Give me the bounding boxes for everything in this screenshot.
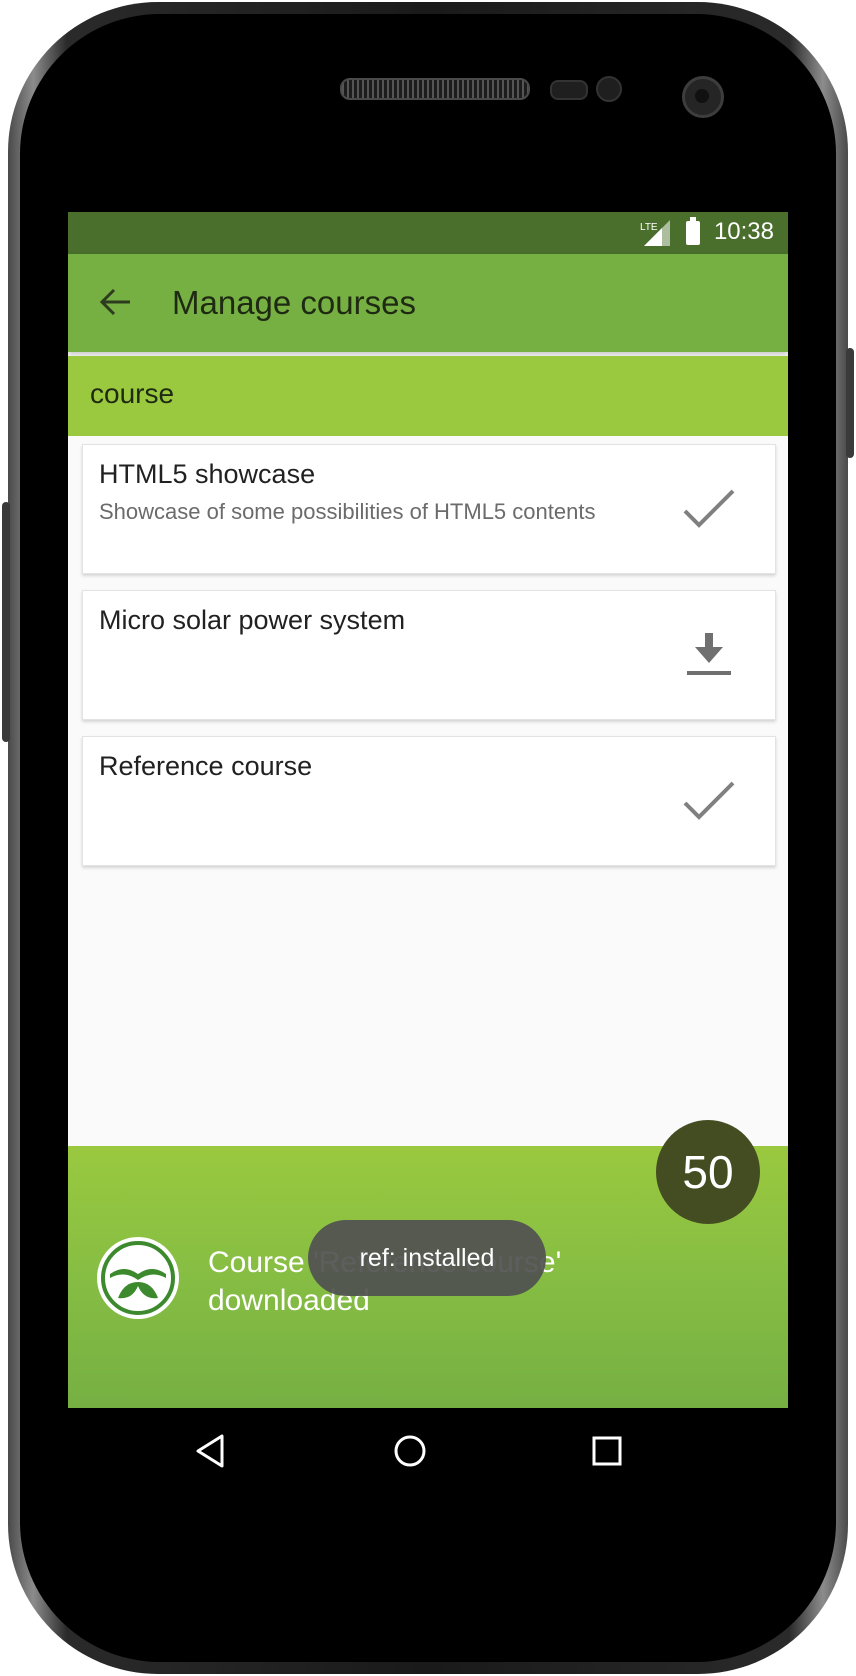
back-triangle-icon[interactable] bbox=[186, 1426, 236, 1476]
front-camera bbox=[682, 76, 724, 118]
signal-icon: LTE bbox=[640, 220, 670, 246]
recents-square-icon[interactable] bbox=[582, 1426, 632, 1476]
battery-icon bbox=[686, 217, 700, 245]
home-circle-icon[interactable] bbox=[385, 1426, 435, 1476]
proximity-sensor bbox=[550, 80, 588, 100]
status-bar: LTE 10:38 bbox=[68, 212, 788, 254]
course-title: HTML5 showcase bbox=[99, 459, 316, 489]
volume-button bbox=[2, 502, 10, 742]
course-title: Reference course bbox=[99, 751, 313, 781]
book-leaf-logo bbox=[97, 1237, 179, 1319]
check-icon[interactable] bbox=[679, 485, 739, 535]
system-nav-bar bbox=[68, 1408, 788, 1494]
earpiece-speaker bbox=[340, 78, 530, 100]
status-time: 10:38 bbox=[713, 218, 774, 245]
device-screen: LTE 10:38 Manage courses course HTML5 sh… bbox=[68, 212, 788, 1494]
section-header: course bbox=[68, 356, 788, 436]
course-item-reference[interactable]: Reference course bbox=[82, 736, 776, 866]
course-description: Showcase of some possibilities of HTML5 … bbox=[99, 499, 596, 524]
check-icon[interactable] bbox=[679, 777, 739, 827]
app-bar: Manage courses bbox=[68, 254, 788, 352]
download-icon[interactable] bbox=[679, 631, 739, 681]
network-type-label: LTE bbox=[640, 222, 658, 233]
course-title: Micro solar power system bbox=[99, 605, 406, 635]
progress-badge: 50 bbox=[656, 1120, 760, 1224]
section-label: course bbox=[90, 378, 175, 409]
arrow-left-icon[interactable] bbox=[94, 280, 138, 324]
course-item-html5-showcase[interactable]: HTML5 showcase Showcase of some possibil… bbox=[82, 444, 776, 574]
page-title: Manage courses bbox=[172, 284, 416, 321]
power-button bbox=[846, 348, 854, 458]
toast-message: ref: installed bbox=[308, 1220, 546, 1296]
course-item-micro-solar[interactable]: Micro solar power system bbox=[82, 590, 776, 720]
light-sensor bbox=[596, 76, 622, 102]
